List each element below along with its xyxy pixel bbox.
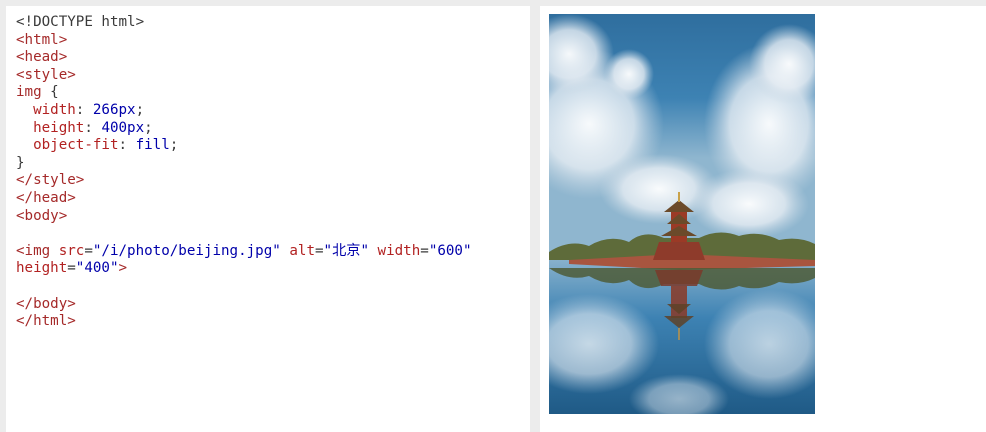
code-token: "600" <box>428 242 472 259</box>
code-token: 266px <box>92 101 136 118</box>
code-token: <style> <box>16 66 76 83</box>
code-token: <!DOCTYPE html> <box>16 14 145 30</box>
code-line[interactable]: <body> <box>16 208 472 226</box>
code-line[interactable]: height: 400px; <box>16 120 472 138</box>
code-line[interactable]: img { <box>16 84 472 102</box>
code-token: img <box>16 84 51 101</box>
code-token: alt <box>289 242 315 259</box>
code-editor-pane[interactable]: <!DOCTYPE html> <html> <head> <style> img { … <box>6 6 530 432</box>
code-token: "北京" <box>323 242 369 259</box>
code-line[interactable]: </head> <box>16 190 472 208</box>
code-token: : <box>84 119 102 136</box>
code-editor[interactable]: <!DOCTYPE html> <html> <head> <style> img { … <box>16 14 472 331</box>
code-token: ; <box>135 101 145 118</box>
code-token: height <box>16 119 85 136</box>
code-token: "/i/photo/beijing.jpg" <box>92 242 281 259</box>
code-token: src <box>58 242 85 259</box>
code-token: : <box>75 101 93 118</box>
code-line[interactable]: <html> <box>16 32 472 50</box>
code-line[interactable]: </html> <box>16 313 472 331</box>
code-token: } <box>16 154 25 171</box>
code-line[interactable] <box>16 278 472 296</box>
code-token: height <box>16 260 68 277</box>
beijing-photo-graphic <box>549 14 815 414</box>
code-token: <img <box>16 242 59 259</box>
code-token: object-fit <box>16 137 119 154</box>
code-token: = <box>420 242 429 259</box>
result-pane <box>540 6 986 432</box>
code-line[interactable]: </style> <box>16 172 472 190</box>
code-token: { <box>50 84 59 101</box>
code-token: ; <box>144 119 153 136</box>
code-token: </body> <box>16 295 76 312</box>
code-token: </head> <box>16 189 76 206</box>
code-token: <body> <box>16 207 68 224</box>
code-token: </style> <box>16 172 85 189</box>
code-line[interactable]: } <box>16 155 472 173</box>
code-token: = <box>84 242 93 259</box>
code-token: : <box>118 137 136 154</box>
code-token: 400px <box>101 119 145 136</box>
code-line[interactable]: width: 266px; <box>16 102 472 120</box>
code-token: = <box>67 260 76 277</box>
code-token: </html> <box>16 313 76 330</box>
code-line[interactable]: <head> <box>16 49 472 67</box>
code-token: fill <box>135 137 170 154</box>
code-token: ; <box>169 137 179 154</box>
code-token: > <box>118 260 128 277</box>
code-token: = <box>314 242 324 259</box>
code-line[interactable]: </body> <box>16 296 472 314</box>
code-line[interactable] <box>16 225 472 243</box>
code-token: <head> <box>16 49 68 66</box>
code-token: width <box>16 101 76 118</box>
code-token: "400" <box>75 260 119 277</box>
beijing-photo <box>549 14 815 414</box>
code-token: <html> <box>16 31 68 48</box>
code-line[interactable]: <style> <box>16 67 472 85</box>
code-line[interactable]: <img src="/i/photo/beijing.jpg" alt="北京"… <box>16 243 472 261</box>
code-line[interactable]: <!DOCTYPE html> <box>16 14 472 32</box>
code-line[interactable]: object-fit: fill; <box>16 137 472 155</box>
code-token: width <box>377 242 421 259</box>
code-line[interactable]: height="400"> <box>16 260 472 278</box>
